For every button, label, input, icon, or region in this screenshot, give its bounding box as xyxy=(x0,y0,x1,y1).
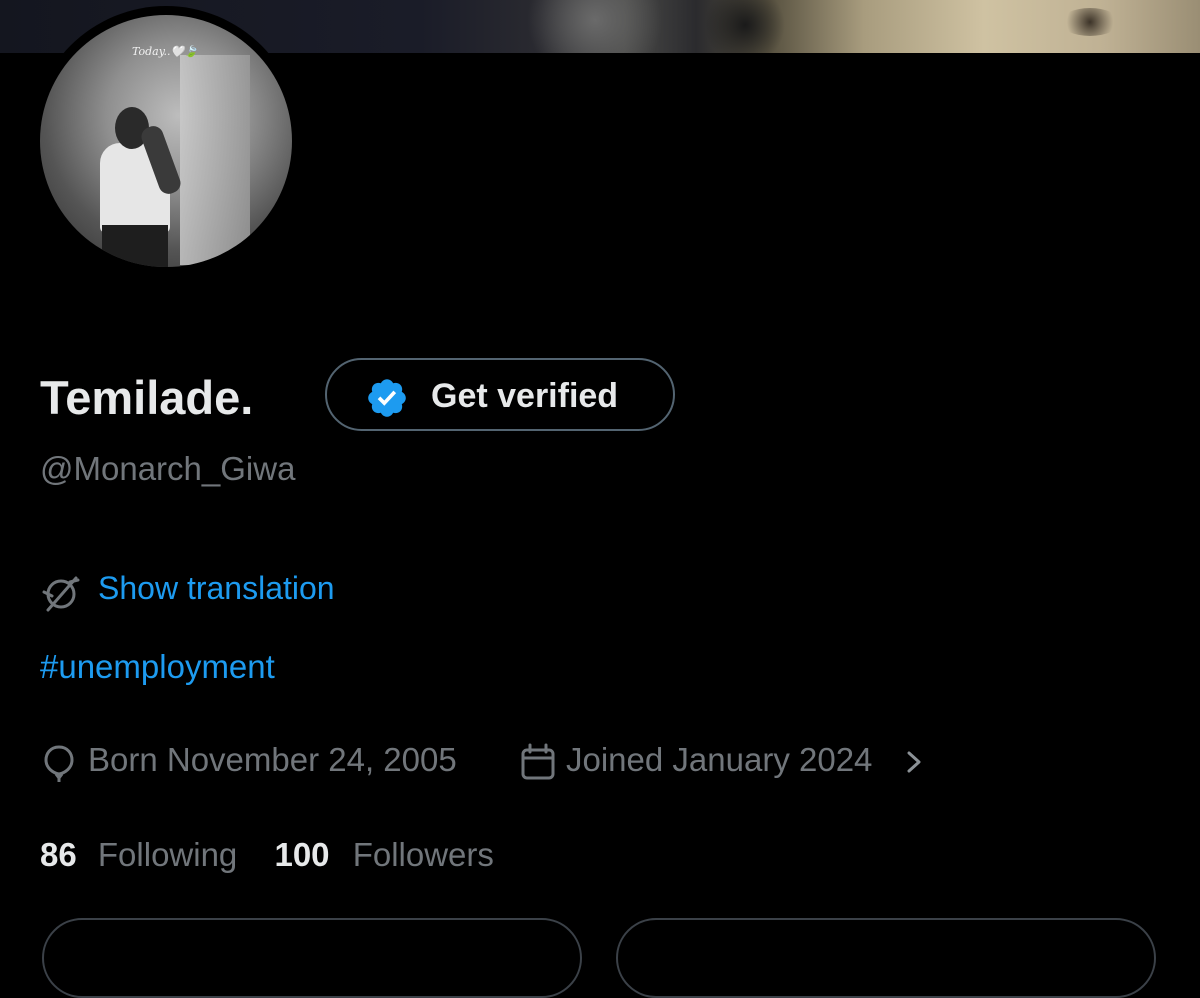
born-date: Born November 24, 2005 xyxy=(88,741,457,778)
profile-meta-row: Born November 24, 2005 Joined January 20… xyxy=(40,740,1040,784)
profile-action-button[interactable] xyxy=(616,918,1156,998)
balloon-icon xyxy=(44,745,74,782)
followers-count: 100 xyxy=(274,836,330,873)
get-verified-button[interactable]: Get verified xyxy=(325,358,675,431)
followers-stat[interactable]: 100 Followers xyxy=(274,836,493,874)
avatar-figure xyxy=(102,225,168,267)
chevron-right-icon[interactable] xyxy=(902,748,926,776)
avatar-door xyxy=(180,55,250,265)
display-name: Temilade. xyxy=(40,371,254,424)
get-verified-label: Get verified xyxy=(431,377,619,415)
bio-hashtag-link[interactable]: #unemployment xyxy=(40,648,275,686)
avatar[interactable]: Today..🤍🍃 xyxy=(40,15,292,267)
banner-shade xyxy=(700,0,790,53)
follow-stats: 86 Following 100 Followers xyxy=(40,836,494,880)
banner-shade xyxy=(1060,8,1120,36)
avatar-caption: Today..🤍🍃 xyxy=(132,45,198,58)
followers-label: Followers xyxy=(352,836,494,873)
translate-globe-icon xyxy=(42,576,80,612)
profile-action-button[interactable] xyxy=(42,918,582,998)
following-stat[interactable]: 86 Following xyxy=(40,836,237,874)
banner-shade xyxy=(520,0,670,53)
user-handle: @Monarch_Giwa xyxy=(40,450,296,487)
following-label: Following xyxy=(97,836,238,873)
joined-date: Joined January 2024 xyxy=(566,741,873,778)
show-translation-link[interactable]: Show translation xyxy=(98,570,335,607)
verified-badge-icon xyxy=(368,379,406,417)
following-count: 86 xyxy=(40,836,77,873)
calendar-icon xyxy=(521,743,555,780)
